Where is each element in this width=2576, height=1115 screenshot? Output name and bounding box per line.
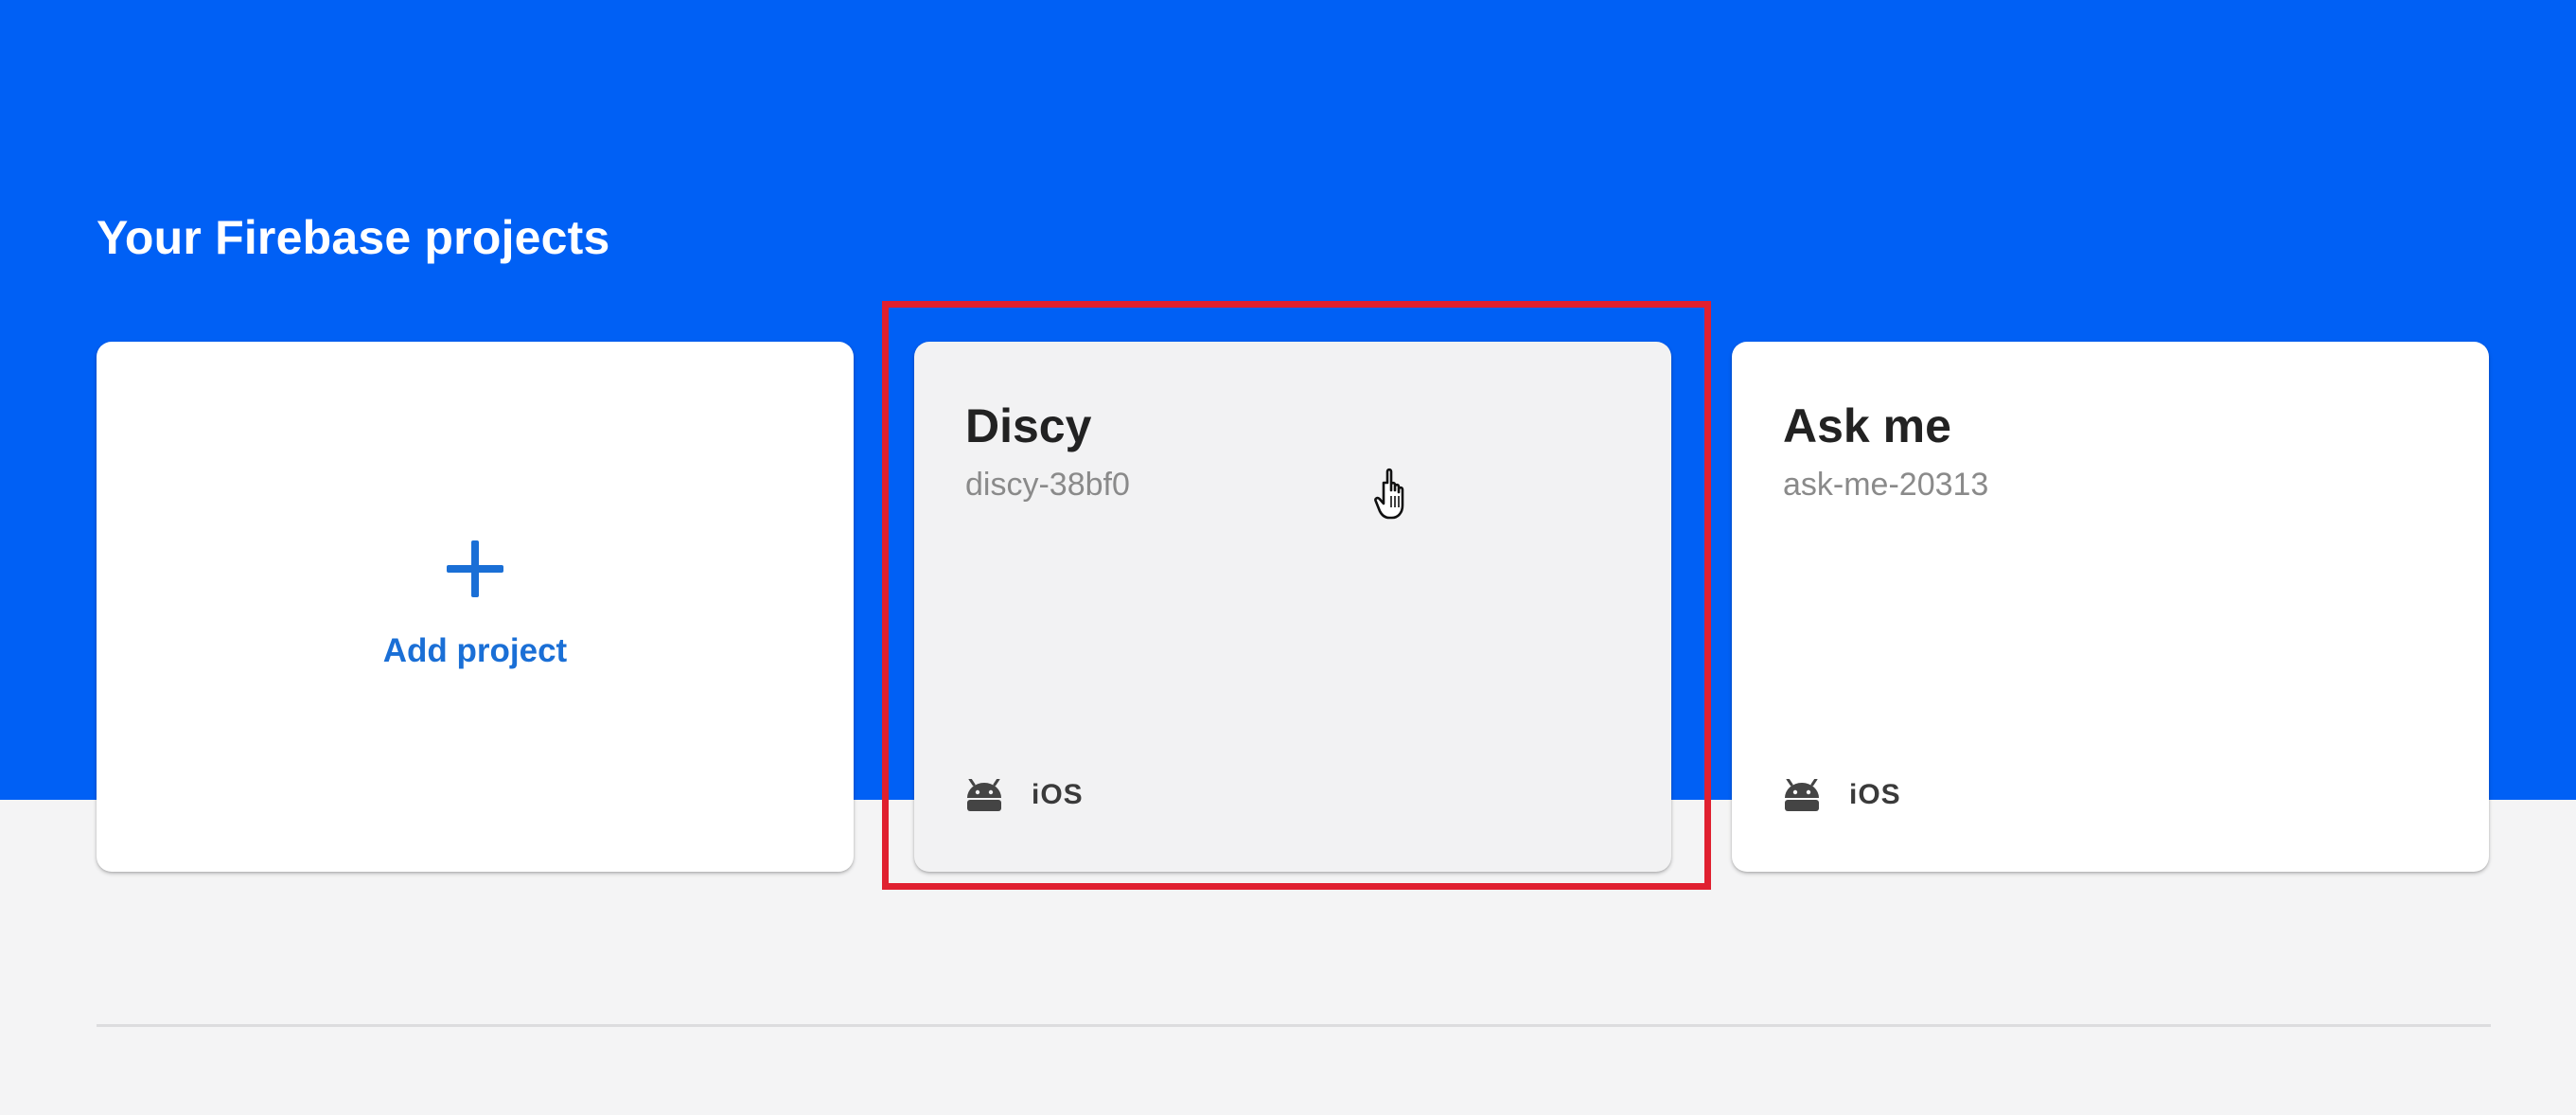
- project-name: Ask me: [1783, 399, 1951, 452]
- project-name: Discy: [965, 399, 1092, 452]
- project-card-discy[interactable]: Discy discy-38bf0 iOS: [914, 342, 1671, 872]
- hand-pointer-icon: [1374, 468, 1404, 520]
- add-project-label: Add project: [382, 632, 568, 669]
- platform-list: iOS: [965, 779, 1084, 811]
- android-icon: [967, 779, 1001, 811]
- section-divider: [97, 1024, 2491, 1027]
- add-project-card[interactable]: Add project: [97, 342, 854, 872]
- platform-list: iOS: [1783, 779, 1901, 811]
- project-id: discy-38bf0: [965, 467, 1130, 503]
- ios-platform-label: iOS: [1849, 779, 1901, 810]
- section-title: Your Firebase projects: [97, 211, 610, 264]
- android-icon: [1785, 779, 1819, 811]
- project-card-ask-me[interactable]: Ask me ask-me-20313 iOS: [1732, 342, 2489, 872]
- plus-icon: [447, 540, 503, 597]
- ios-platform-label: iOS: [1032, 779, 1084, 810]
- project-id: ask-me-20313: [1783, 467, 1989, 503]
- add-project-content: Add project: [97, 540, 854, 670]
